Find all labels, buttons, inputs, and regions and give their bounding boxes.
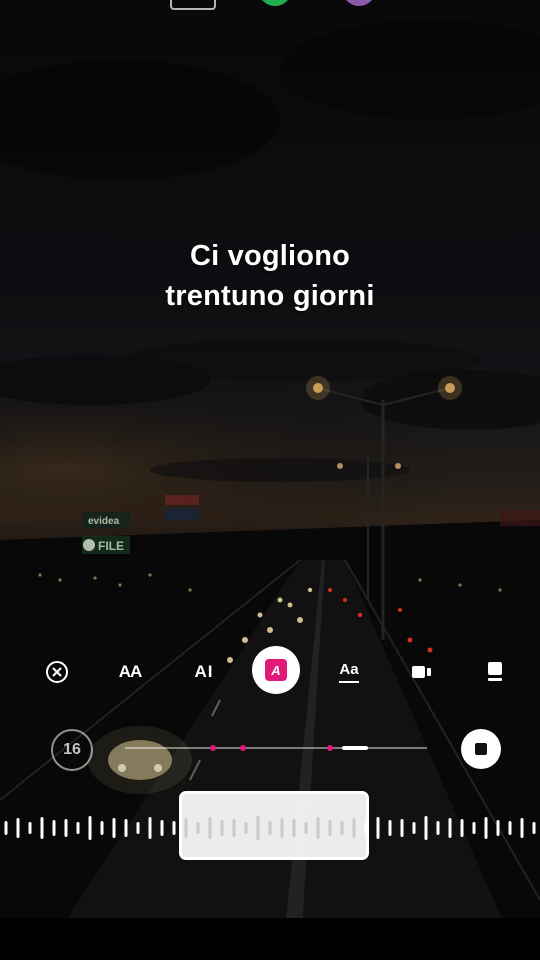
waveform-bar bbox=[376, 817, 380, 839]
waveform-bar bbox=[16, 818, 20, 838]
clip-duration-value: 16 bbox=[63, 741, 81, 758]
waveform-bar bbox=[28, 822, 32, 834]
waveform-bar bbox=[148, 817, 152, 839]
waveform-bar bbox=[112, 818, 116, 838]
waveform-bar bbox=[64, 819, 68, 837]
waveform-bar bbox=[424, 816, 428, 840]
font-style-icon: A bbox=[265, 659, 287, 681]
waveform-bar bbox=[172, 821, 176, 835]
text-style-button[interactable]: AA bbox=[110, 652, 150, 692]
font-style-button[interactable]: A bbox=[252, 646, 300, 694]
ai-style-label: AI bbox=[194, 662, 214, 681]
ai-style-icon: AI bbox=[195, 662, 214, 682]
story-editor-screen: evidea FILE Ci vogliono trentuno giorni … bbox=[0, 0, 540, 960]
font-style-label: A bbox=[271, 662, 281, 678]
waveform-selection-handle[interactable] bbox=[179, 791, 369, 860]
waveform-bar bbox=[508, 821, 512, 835]
effect-label: Aa bbox=[339, 660, 359, 678]
clip-duration-badge[interactable]: 16 bbox=[51, 729, 93, 771]
waveform-bar bbox=[472, 822, 476, 834]
waveform-bar bbox=[88, 816, 92, 840]
lyrics-line-2: trentuno giorni bbox=[165, 280, 375, 312]
effect-button[interactable]: Aa bbox=[329, 652, 369, 692]
bottom-bar bbox=[0, 918, 540, 960]
waveform-bar bbox=[388, 820, 392, 836]
video-icon bbox=[412, 666, 431, 678]
waveform-bar bbox=[484, 817, 488, 839]
timeline-marker[interactable] bbox=[209, 745, 216, 751]
layout-button[interactable] bbox=[475, 652, 515, 692]
timeline-marker[interactable] bbox=[239, 745, 246, 751]
waveform-bar bbox=[52, 820, 56, 836]
waveform-bar bbox=[160, 820, 164, 836]
waveform-bar bbox=[400, 819, 404, 837]
waveform-bar bbox=[496, 820, 500, 836]
waveform-bar bbox=[4, 821, 8, 835]
waveform-bar bbox=[76, 822, 80, 834]
close-icon bbox=[46, 661, 68, 683]
waveform-bar bbox=[124, 819, 128, 837]
waveform-bar bbox=[448, 818, 452, 838]
waveform-bar bbox=[436, 821, 440, 835]
waveform-bar bbox=[136, 822, 140, 834]
waveform-bar bbox=[40, 817, 44, 839]
lyrics-line-1: Ci vogliono bbox=[189, 240, 351, 272]
lyrics-text[interactable]: Ci vogliono trentuno giorni bbox=[0, 236, 540, 316]
stop-icon bbox=[475, 743, 487, 755]
effect-icon: Aa bbox=[339, 660, 359, 683]
text-style-icon: AA bbox=[118, 662, 143, 682]
top-button-left[interactable] bbox=[170, 0, 216, 10]
layout-icon bbox=[488, 662, 502, 681]
close-button[interactable] bbox=[37, 652, 77, 692]
stop-button[interactable] bbox=[461, 729, 501, 769]
waveform-bar bbox=[412, 822, 416, 834]
waveform-bar bbox=[460, 819, 464, 837]
waveform-bar bbox=[532, 822, 536, 834]
waveform-bar bbox=[520, 818, 524, 838]
ai-style-button[interactable]: AI bbox=[184, 652, 224, 692]
text-style-label: AA bbox=[118, 662, 143, 681]
timeline-progress bbox=[342, 746, 369, 750]
timeline-track[interactable] bbox=[125, 745, 427, 751]
video-button[interactable] bbox=[402, 652, 442, 692]
waveform-bar bbox=[100, 821, 104, 835]
